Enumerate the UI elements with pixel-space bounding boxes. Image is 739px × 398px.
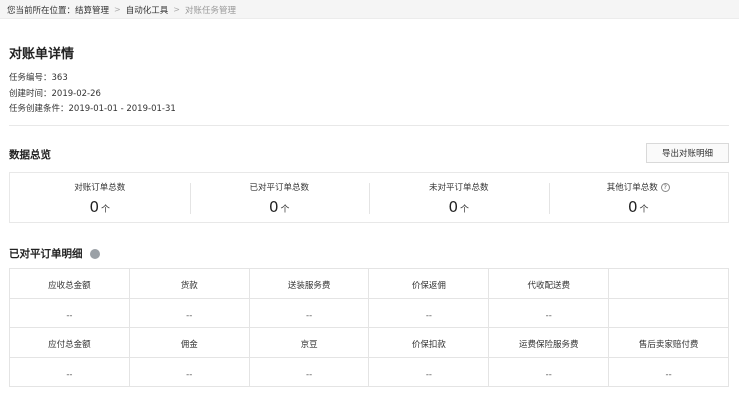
stat-unit: 个 <box>460 205 470 215</box>
table-value-cell: -- <box>488 298 610 328</box>
stat-unmatched-orders: 未对平订单总数 0 个 <box>369 173 549 222</box>
detail-title-text: 已对平订单明细 <box>9 248 83 260</box>
table-header-cell: 应收总金额 <box>9 268 130 299</box>
top-bar: 您当前所在位置： 结算管理 > 自动化工具 > 对账任务管理 <box>0 0 739 19</box>
breadcrumb-item-automation[interactable]: 自动化工具 <box>126 4 169 16</box>
table-value-cell: -- <box>248 357 370 387</box>
question-circle-icon[interactable]: ? <box>660 182 670 192</box>
table-header-cell: 货款 <box>128 268 250 299</box>
table-header-cell: 送装服务费 <box>248 268 370 299</box>
stat-label: 已对平订单总数 <box>249 183 309 193</box>
breadcrumb-prefix: 您当前所在位置： <box>7 5 76 16</box>
breadcrumb: 您当前所在位置： 结算管理 > 自动化工具 > 对账任务管理 <box>7 4 236 16</box>
breadcrumb-item-settlement[interactable]: 结算管理 <box>75 4 109 16</box>
table-value-cell: -- <box>488 357 610 387</box>
chevron-right-icon: > <box>173 5 180 14</box>
table-header-cell: 运费保险服务费 <box>488 327 610 358</box>
table-value-cell: -- <box>9 298 130 328</box>
table-header-cell: 售后卖家赔付费 <box>608 327 729 358</box>
stat-unit: 个 <box>101 205 111 215</box>
table-row: 应付总金额 佣金 京豆 价保扣款 运费保险服务费 售后卖家赔付费 <box>9 327 729 358</box>
breadcrumb-item-current: 对账任务管理 <box>184 5 236 16</box>
chevron-right-icon: > <box>114 5 121 14</box>
table-value-cell: -- <box>9 357 130 387</box>
summary-section-title: 数据总览 <box>9 149 51 161</box>
task-condition: 任务创建条件：2019-01-01 - 2019-01-31 <box>9 104 176 114</box>
matched-detail-table: 应收总金额 货款 送装服务费 价保返佣 代收配送费 -- -- -- -- --… <box>9 268 729 387</box>
table-header-cell <box>608 268 729 299</box>
table-row: 应收总金额 货款 送装服务费 价保返佣 代收配送费 <box>9 268 729 299</box>
divider <box>9 125 729 126</box>
table-value-cell: -- <box>128 357 250 387</box>
task-number: 任务编号：363 <box>9 73 68 83</box>
stat-label: 其他订单总数 <box>606 183 658 193</box>
table-value-cell <box>608 298 729 328</box>
table-value-cell: -- <box>368 357 490 387</box>
stat-label: 对账订单总数 <box>74 183 126 193</box>
stat-value: 0 <box>448 198 459 216</box>
table-row: -- -- -- -- -- <box>9 298 729 328</box>
stat-other-orders: 其他订单总数 ? 0 个 <box>548 173 729 222</box>
table-value-cell: -- <box>368 298 490 328</box>
table-header-cell: 佣金 <box>128 327 250 358</box>
stat-matched-orders: 已对平订单总数 0 个 <box>189 173 370 222</box>
stat-value: 0 <box>627 198 638 216</box>
table-header-cell: 应付总金额 <box>9 327 130 358</box>
table-header-cell: 代收配送费 <box>488 268 610 299</box>
stat-total-orders: 对账订单总数 0 个 <box>10 173 190 222</box>
table-header-cell: 京豆 <box>248 327 370 358</box>
created-time: 创建时间：2019-02-26 <box>9 89 101 99</box>
table-header-cell: 价保扣款 <box>368 327 490 358</box>
summary-panel: 对账订单总数 0 个 已对平订单总数 0 个 未对平订单总数 0 个 其他订单总… <box>9 172 729 223</box>
stat-label: 未对平订单总数 <box>428 183 489 193</box>
table-value-cell: -- <box>248 298 370 328</box>
stat-value: 0 <box>268 198 279 216</box>
table-row: -- -- -- -- -- -- <box>9 357 729 387</box>
page-title: 对账单详情 <box>9 47 75 62</box>
stat-unit: 个 <box>639 205 649 215</box>
export-details-button[interactable]: 导出对账明细 <box>646 143 729 163</box>
stat-unit: 个 <box>280 205 290 215</box>
info-dot-icon[interactable] <box>89 248 100 259</box>
table-value-cell: -- <box>608 357 729 387</box>
table-value-cell: -- <box>128 298 250 328</box>
detail-section-title: 已对平订单明细 <box>9 246 100 261</box>
stat-value: 0 <box>89 198 100 216</box>
table-header-cell: 价保返佣 <box>368 268 490 299</box>
